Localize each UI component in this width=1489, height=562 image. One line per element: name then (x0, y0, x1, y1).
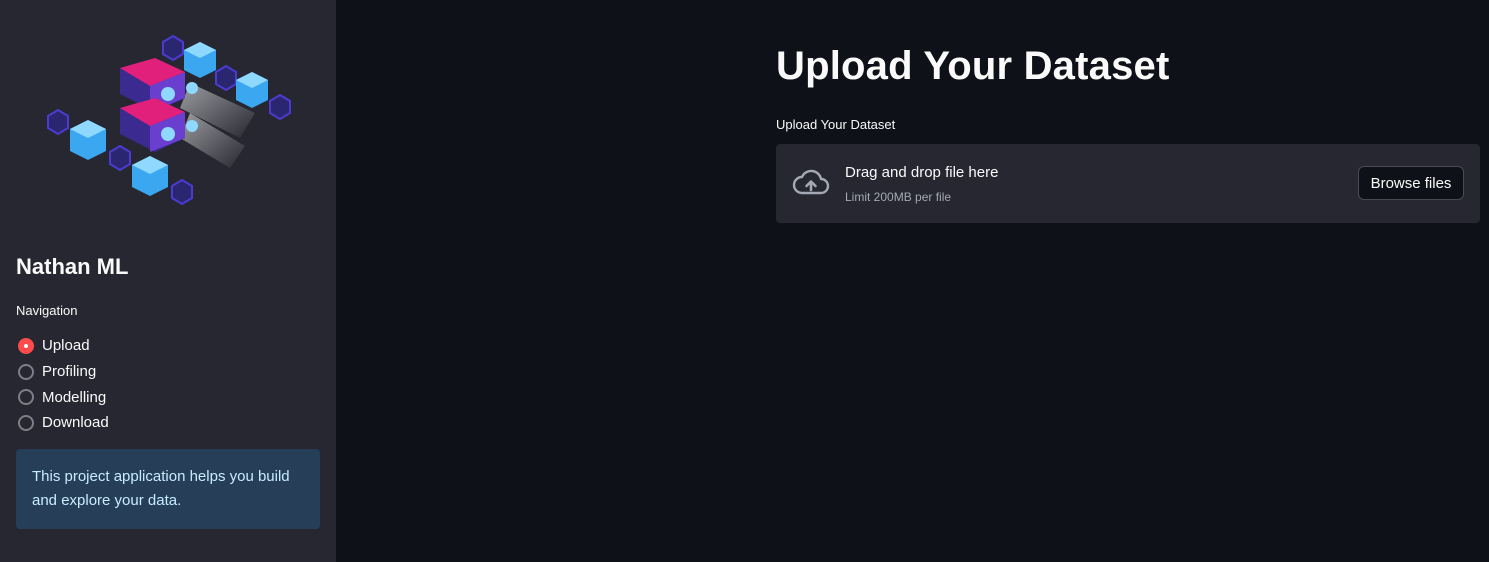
app-title: Nathan ML (16, 254, 129, 279)
cloud-upload-icon (792, 169, 830, 195)
nav-option-profiling[interactable]: Profiling (18, 359, 109, 385)
nav-option-download[interactable]: Download (18, 410, 109, 436)
nav-option-label: Profiling (42, 363, 97, 381)
info-alert: This project application helps you build… (16, 449, 320, 529)
nav-option-label: Modelling (42, 388, 107, 406)
nav-option-label: Download (42, 414, 109, 432)
radio-unselected-icon[interactable] (18, 363, 34, 380)
page-title: Upload Your Dataset (776, 44, 1170, 88)
radio-unselected-icon[interactable] (18, 414, 34, 431)
hero-illustration (47, 34, 291, 206)
dropzone-instruction: Drag and drop file here (845, 164, 999, 181)
dropzone-limit: Limit 200MB per file (845, 190, 952, 204)
browse-files-button[interactable]: Browse files (1358, 166, 1464, 200)
file-dropzone[interactable]: Drag and drop file here Limit 200MB per … (776, 144, 1480, 223)
app: Nathan ML Navigation Upload Profiling Mo… (0, 0, 1489, 562)
radio-unselected-icon[interactable] (18, 389, 34, 406)
nav-option-label: Upload (42, 337, 90, 355)
nav-option-upload[interactable]: Upload (18, 333, 109, 359)
navigation-radio-group: Upload Profiling Modelling Download (18, 333, 109, 436)
navigation-label: Navigation (16, 303, 78, 318)
sidebar: Nathan ML Navigation Upload Profiling Mo… (0, 0, 336, 562)
nav-option-modelling[interactable]: Modelling (18, 384, 109, 410)
uploader-label: Upload Your Dataset (776, 117, 896, 132)
radio-selected-icon[interactable] (18, 337, 34, 354)
